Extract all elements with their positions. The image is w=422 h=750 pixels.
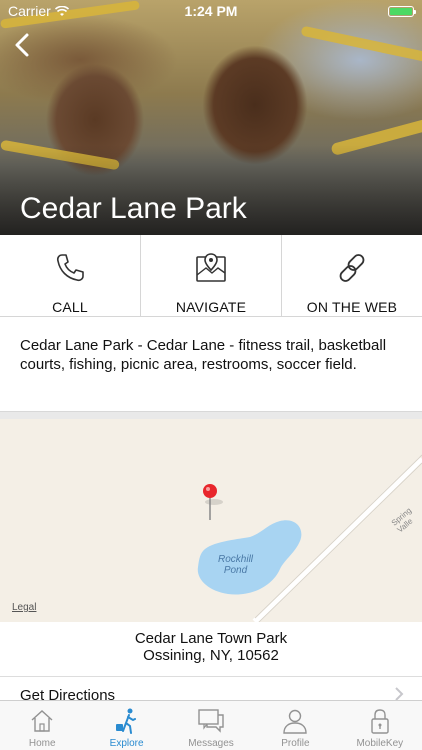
navigate-button[interactable]: NAVIGATE — [141, 235, 282, 316]
tab-home-label: Home — [28, 738, 56, 749]
tab-home[interactable]: Home — [0, 701, 84, 750]
section-divider — [0, 411, 422, 419]
navigate-label: NAVIGATE — [175, 299, 247, 315]
tab-messages-label: Messages — [188, 738, 234, 749]
map-view[interactable]: Rockhill Pond Spring Valle Legal — [0, 419, 422, 622]
tab-profile[interactable]: Profile — [253, 701, 337, 750]
profile-icon — [283, 709, 308, 734]
map-pin-icon — [203, 484, 217, 498]
phone-icon — [56, 254, 84, 282]
tab-bar: Home Explore Messages Profile MobileKey — [0, 700, 422, 750]
home-icon — [31, 710, 53, 732]
map-pin-icon — [196, 253, 226, 282]
location-address: Cedar Lane Town Park Ossining, NY, 10562 — [0, 630, 422, 664]
tab-mobilekey[interactable]: MobileKey — [338, 701, 422, 750]
on-the-web-label: ON THE WEB — [306, 299, 398, 315]
action-bar: CALL NAVIGATE ON THE WEB — [0, 235, 422, 317]
battery-icon — [388, 6, 416, 17]
mobilekey-icon — [371, 709, 389, 734]
location-city: Ossining, NY, 10562 — [143, 647, 279, 664]
tab-mobilekey-label: MobileKey — [356, 738, 404, 749]
map-legal-link[interactable]: Legal — [12, 602, 36, 613]
chevron-left-icon — [15, 33, 29, 57]
explore-icon — [115, 708, 136, 734]
tab-explore-label: Explore — [109, 738, 144, 749]
status-bar: Carrier 1:24 PM — [0, 0, 422, 22]
tab-explore[interactable]: Explore — [84, 701, 168, 750]
call-label: CALL — [52, 299, 88, 315]
tab-profile-label: Profile — [281, 738, 310, 749]
messages-icon — [198, 709, 224, 733]
park-description: Cedar Lane Park - Cedar Lane - fitness t… — [20, 337, 387, 373]
map-canvas — [197, 454, 422, 622]
on-the-web-button[interactable]: ON THE WEB — [282, 235, 422, 316]
link-icon — [339, 254, 365, 282]
pond-label: Rockhill Pond — [218, 554, 254, 576]
call-button[interactable]: CALL — [0, 235, 141, 316]
location-name: Cedar Lane Town Park — [134, 630, 288, 647]
page-title: Cedar Lane Park — [20, 192, 247, 225]
status-time: 1:24 PM — [184, 3, 238, 19]
tab-messages[interactable]: Messages — [169, 701, 253, 750]
back-button[interactable] — [10, 30, 36, 60]
